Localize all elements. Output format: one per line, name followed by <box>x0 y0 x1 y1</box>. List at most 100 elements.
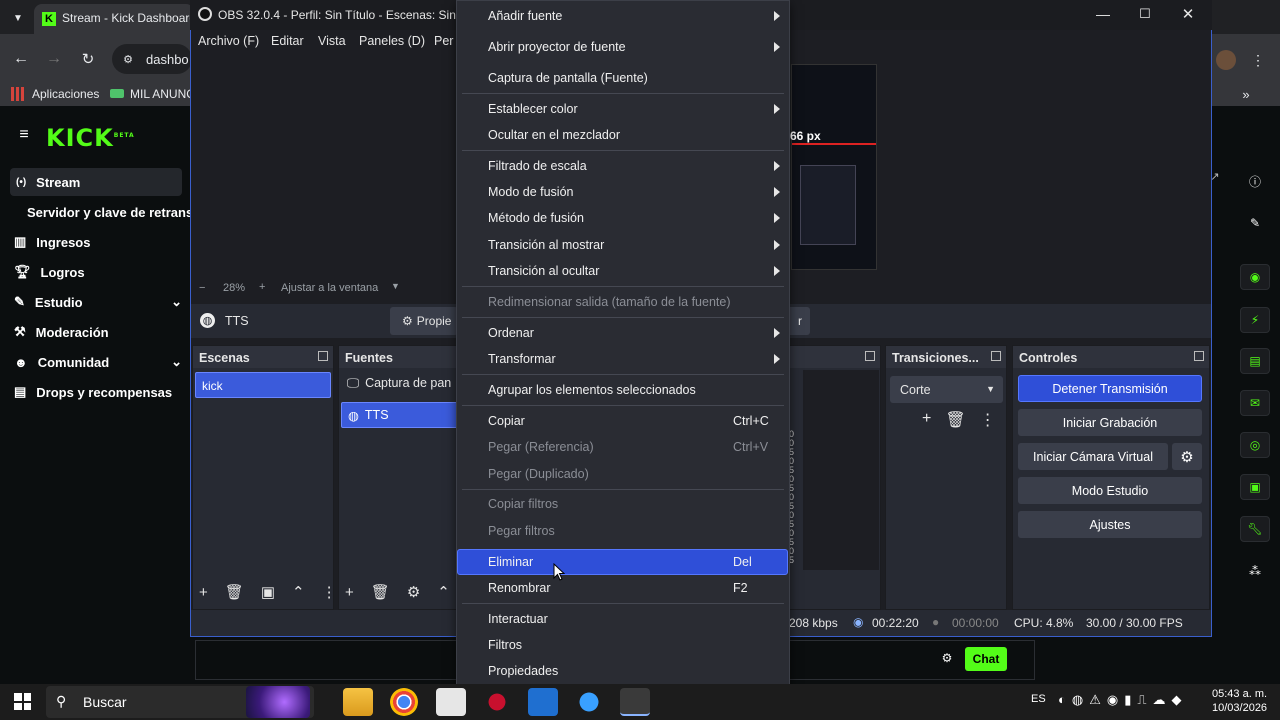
menu-item-screenshot-source[interactable]: Captura de pantalla (Fuente) <box>488 71 648 85</box>
calculator-icon[interactable] <box>436 688 466 716</box>
browser-tab[interactable]: K Stream - Kick Dashboard <box>34 4 194 34</box>
source-item-capture[interactable]: 🖵︎ Captura de pan <box>347 376 459 391</box>
chat-button[interactable]: Chat <box>965 647 1007 671</box>
menu-paneles[interactable]: Paneles (D) <box>359 34 425 48</box>
layout-widget-icon[interactable]: ▣ <box>1240 474 1270 500</box>
trash-icon[interactable]: 🗑︎ <box>371 583 390 601</box>
kick-logo[interactable]: KICKBETA <box>46 124 135 152</box>
menu-perfil[interactable]: Per <box>434 34 453 48</box>
edit-icon[interactable]: ✎ <box>1240 210 1270 236</box>
nav-server-key[interactable]: Servidor y clave de retransm <box>27 202 190 222</box>
add-icon[interactable]: + <box>345 584 354 601</box>
nav-stream[interactable]: (•) Stream <box>10 168 182 196</box>
doc-widget-icon[interactable]: ▤ <box>1240 348 1270 374</box>
menu-item-set-color[interactable]: Establecer color <box>488 102 578 116</box>
move-up-icon[interactable]: ⌃ <box>437 583 450 601</box>
site-settings-icon[interactable]: ⚙ <box>120 51 136 67</box>
bookmark-apps[interactable]: Aplicaciones <box>32 87 99 101</box>
maximize-icon[interactable]: ☐ <box>1135 4 1155 24</box>
menu-item-blend-method[interactable]: Método de fusión <box>488 211 584 225</box>
menu-archivo[interactable]: Archivo (F) <box>198 34 259 48</box>
menu-item-open-projector[interactable]: Abrir proyector de fuente <box>488 40 626 54</box>
menu-item-show-transition[interactable]: Transición al mostrar <box>488 238 604 252</box>
app-red-icon[interactable] <box>482 688 512 716</box>
menu-item-transform[interactable]: Transformar <box>488 352 556 366</box>
language-indicator[interactable]: ES <box>1031 693 1046 705</box>
chat-settings-icon[interactable]: ⚙ <box>940 650 954 666</box>
nav-logros[interactable]: 🏆︎ Logros <box>14 262 85 282</box>
info-icon[interactable]: ⓘ <box>1240 168 1270 194</box>
bookmark-mil-anunc[interactable]: MIL ANUNC <box>130 87 190 101</box>
apps-widget-icon[interactable]: ⁂ <box>1240 558 1270 584</box>
close-icon[interactable]: ✕ <box>1178 4 1198 24</box>
trash-icon[interactable]: 🗑︎ <box>225 583 244 601</box>
nav-moderacion[interactable]: ⚒ Moderación <box>14 322 109 342</box>
app-window-icon[interactable] <box>528 688 558 716</box>
windows-start-icon[interactable] <box>14 693 31 710</box>
stop-streaming-button[interactable]: Detener Transmisión <box>1018 375 1202 402</box>
back-icon[interactable]: ← <box>12 50 30 68</box>
studio-mode-button[interactable]: Modo Estudio <box>1018 477 1202 504</box>
menu-item-add-source[interactable]: Añadir fuente <box>488 9 562 23</box>
menu-item-properties[interactable]: Propiedades <box>488 664 558 678</box>
tab-list-icon[interactable]: ▼ <box>8 8 28 28</box>
menu-item-hide-transition[interactable]: Transición al ocultar <box>488 264 599 278</box>
toolbar-button-partial[interactable]: r <box>790 307 810 335</box>
more-icon[interactable]: ⋮ <box>980 410 996 430</box>
menu-item-order[interactable]: Ordenar <box>488 326 534 340</box>
menu-item-copy[interactable]: Copiar <box>488 414 525 428</box>
start-virtual-camera-button[interactable]: Iniciar Cámara Virtual <box>1018 443 1168 470</box>
settings-button[interactable]: Ajustes <box>1018 511 1202 538</box>
bookmarks-overflow-icon[interactable]: » <box>1238 86 1254 102</box>
forward-icon[interactable]: → <box>45 50 63 68</box>
menu-item-rename[interactable]: Renombrar <box>488 581 551 595</box>
undock-icon[interactable] <box>865 351 875 361</box>
gear-icon[interactable]: ⚙ <box>407 583 420 601</box>
obs-taskbar-icon[interactable] <box>620 688 650 716</box>
minimize-icon[interactable]: — <box>1090 4 1116 24</box>
menu-item-scale-filtering[interactable]: Filtrado de escala <box>488 159 587 173</box>
chrome-icon[interactable] <box>390 688 418 716</box>
nav-comunidad[interactable]: ☻ Comunidad ⌄ <box>14 352 182 372</box>
menu-item-hide-mixer[interactable]: Ocultar en el mezclador <box>488 128 620 142</box>
taskbar-clock[interactable]: 05:43 a. m. 10/03/2026 <box>1212 687 1267 715</box>
filter-icon[interactable]: ▣ <box>261 583 275 601</box>
undock-icon[interactable] <box>991 351 1001 361</box>
file-explorer-icon[interactable] <box>343 688 373 716</box>
menu-item-interact[interactable]: Interactuar <box>488 612 548 626</box>
properties-button[interactable]: ⚙ Propie <box>390 307 458 335</box>
chat-widget-icon[interactable]: ✉ <box>1240 390 1270 416</box>
menu-vista[interactable]: Vista <box>318 34 346 48</box>
nav-drops[interactable]: ▤ Drops y recompensas <box>14 382 172 402</box>
menu-editar[interactable]: Editar <box>271 34 304 48</box>
scene-item[interactable]: kick <box>195 372 331 398</box>
trash-icon[interactable]: 🗑︎ <box>945 410 965 430</box>
undock-icon[interactable] <box>1194 351 1204 361</box>
menu-item-blend-mode[interactable]: Modo de fusión <box>488 185 573 199</box>
menu-item-group-selected[interactable]: Agrupar los elementos seleccionados <box>488 383 696 397</box>
virtual-camera-settings-icon[interactable]: ⚙ <box>1172 443 1202 470</box>
zoom-out-icon[interactable]: − <box>199 282 205 294</box>
menu-item-delete[interactable]: Eliminar <box>488 555 533 569</box>
fit-window-label[interactable]: Ajustar a la ventana <box>281 282 378 294</box>
tray-icons[interactable]: ◐◍⚠◉▮⎍☁◆ <box>1058 692 1187 708</box>
avatar[interactable] <box>1216 50 1236 70</box>
source-item-tts[interactable]: ◍ TTS <box>341 402 459 428</box>
nav-estudio[interactable]: ✎ Estudio ⌄ <box>14 292 182 312</box>
nav-ingresos[interactable]: ▥ Ingresos <box>14 232 90 252</box>
add-icon[interactable]: + <box>199 584 208 601</box>
broadcast-widget-icon[interactable]: ◎ <box>1240 432 1270 458</box>
zoom-dropdown-icon[interactable]: ▼ <box>391 281 400 291</box>
wrench-widget-icon[interactable]: 🔧︎ <box>1240 516 1270 542</box>
browser-menu-icon[interactable]: ⋮ <box>1251 50 1265 70</box>
menu-item-filters[interactable]: Filtros <box>488 638 522 652</box>
bolt-widget-icon[interactable]: ⚡︎ <box>1240 307 1270 333</box>
transition-select[interactable]: Corte ▼ <box>890 376 1003 403</box>
undock-icon[interactable] <box>318 351 328 361</box>
move-up-icon[interactable]: ⌃ <box>292 583 305 601</box>
camera-widget-icon[interactable]: ◉ <box>1240 264 1270 290</box>
zoom-in-icon[interactable]: + <box>259 281 265 293</box>
preview-capture[interactable]: 66 px <box>790 64 877 270</box>
more-icon[interactable]: ⋮ <box>322 583 337 601</box>
add-icon[interactable]: + <box>922 410 931 430</box>
